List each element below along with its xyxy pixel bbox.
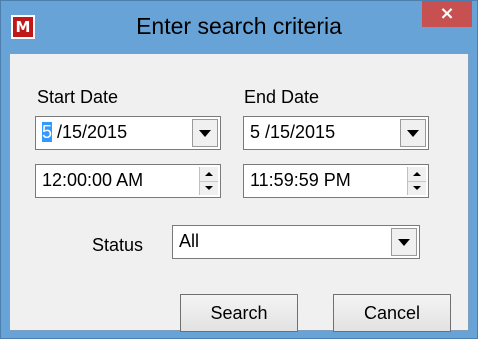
- chevron-down-icon: [199, 129, 211, 137]
- close-button[interactable]: ×: [422, 1, 472, 27]
- end-date-picker[interactable]: 5 /15/2015: [243, 116, 429, 150]
- end-date-value[interactable]: 5 /15/2015: [250, 122, 335, 143]
- start-date-value[interactable]: 5 /15/2015: [42, 122, 127, 143]
- start-time-spinner[interactable]: [199, 167, 218, 195]
- status-dropdown-button[interactable]: [391, 228, 417, 256]
- spin-up-button[interactable]: [200, 167, 218, 182]
- end-date-dropdown-button[interactable]: [400, 119, 426, 147]
- spin-down-button[interactable]: [408, 181, 426, 195]
- end-date-label: End Date: [244, 87, 320, 107]
- close-icon: ×: [439, 3, 455, 24]
- start-date-dropdown-button[interactable]: [192, 119, 218, 147]
- search-button[interactable]: Search: [180, 294, 298, 332]
- chevron-down-icon: [398, 238, 410, 246]
- spin-up-icon: [413, 172, 421, 176]
- start-time-field[interactable]: 12:00:00 AM: [35, 164, 221, 198]
- title-bar[interactable]: M Enter search criteria ×: [1, 1, 477, 53]
- cancel-button[interactable]: Cancel: [333, 294, 451, 332]
- chevron-down-icon: [407, 129, 419, 137]
- spin-down-button[interactable]: [200, 181, 218, 195]
- start-date-picker[interactable]: 5 /15/2015: [35, 116, 221, 150]
- start-date-month-segment[interactable]: 5: [42, 122, 53, 142]
- window-title: Enter search criteria: [136, 13, 342, 39]
- end-time-value[interactable]: 11:59:59 PM: [250, 170, 351, 191]
- status-selected-value: All: [179, 231, 200, 251]
- start-date-label: Start Date: [37, 87, 119, 107]
- start-date-rest: /15/2015: [52, 122, 128, 142]
- spin-down-icon: [205, 186, 213, 190]
- dialog-body: Start Date 5 /15/2015 12:00:00 AM End Da…: [9, 53, 469, 332]
- start-time-value[interactable]: 12:00:00 AM: [42, 170, 143, 191]
- end-time-field[interactable]: 11:59:59 PM: [243, 164, 429, 198]
- dialog-window: M Enter search criteria × Start Date 5 /…: [0, 0, 478, 339]
- spin-down-icon: [413, 186, 421, 190]
- spin-up-icon: [205, 172, 213, 176]
- spin-up-button[interactable]: [408, 167, 426, 182]
- status-label: Status: [92, 235, 144, 255]
- end-time-spinner[interactable]: [407, 167, 426, 195]
- status-select[interactable]: All: [172, 225, 420, 259]
